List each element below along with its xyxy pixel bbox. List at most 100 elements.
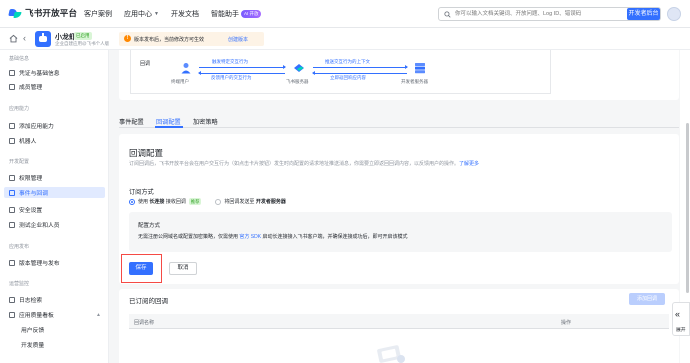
subscribe-method-label: 订阅方式	[129, 189, 154, 196]
flow-dev-server-label: 开发者服务器	[401, 79, 428, 84]
sidebar-item-security[interactable]: 安全设置	[4, 204, 105, 215]
search-input[interactable]	[455, 9, 605, 19]
tab-callback-config[interactable]: 回调配置	[156, 117, 181, 126]
dev-server-radio[interactable]	[215, 198, 222, 205]
sidebar-item-credentials[interactable]: 凭证与基础信息	[4, 67, 105, 78]
tab-event-config[interactable]: 事件配置	[119, 117, 144, 126]
feishu-server-icon	[294, 64, 304, 72]
brand-name: 飞书开放平台	[25, 8, 78, 18]
chevron-left-icon[interactable]: ‹	[23, 34, 29, 43]
description-text: 订阅回调后，飞书开放平台会在用户交互行为（如点击卡片按钮）发生时向配置的请求地址…	[129, 161, 460, 167]
bolt-icon	[9, 189, 15, 196]
help-dock[interactable]: « 展开	[672, 302, 690, 336]
sidebar-item-label: 版本管理与发布	[19, 261, 60, 267]
server-icon	[415, 63, 425, 74]
add-callback-button[interactable]: 添加回调	[629, 293, 665, 305]
table-header: 回调名称 操作	[129, 314, 669, 329]
log-icon	[9, 296, 15, 303]
sidebar-item-label: 应用质量看板	[19, 313, 54, 319]
nav-item-label: 智能助手	[210, 11, 239, 18]
sidebar-item-quality-board[interactable]: 应用质量看板 ▲	[4, 309, 105, 320]
nav-item-cases[interactable]: 客户案例	[84, 9, 112, 19]
flow-arrow-label: 推送交互行为的上下文	[325, 59, 370, 64]
section-description: 订阅回调后，飞书开放平台会在用户交互行为（如点击卡片按钮）发生时向配置的请求地址…	[129, 160, 629, 168]
nav-item-app-center[interactable]: 应用中心 ▼	[124, 9, 159, 19]
flow-arrow-label: 触发特定交互行为	[212, 59, 248, 64]
config-tabs: 事件配置 回调配置 加密策略	[119, 115, 679, 128]
sidebar-group-label: 开发配置	[9, 159, 30, 165]
info-icon	[9, 69, 15, 76]
sidebar-item-label: 凭证与基础信息	[19, 71, 60, 77]
sidebar-item-label: 权限管理	[19, 176, 43, 182]
method-text: 启动长连接接入飞书客户端，并确保连接成功后，即可开启该模式	[262, 234, 408, 240]
test-icon	[9, 221, 15, 228]
status-badge: 已启用	[74, 32, 92, 40]
save-button[interactable]: 保存	[129, 262, 153, 275]
method-text: 无需注册公网域名或配置加密策略，仅需使用	[138, 234, 239, 240]
double-chevron-left-icon: «	[675, 309, 681, 319]
sidebar-group-label: 应用能力	[9, 106, 30, 112]
option-text: 接收回调	[165, 199, 186, 205]
sidebar-item-label: 测试企业和人员	[19, 223, 60, 229]
main-content: 回调 终端用户 飞书服务器 开发者服务器 触发特定交互行为 反馈用户的交互行为 …	[119, 50, 679, 363]
sidebar-item-label: 日志检索	[19, 298, 43, 304]
sidebar: 基础信息 凭证与基础信息 成员管理 应用能力 添加应用能力 机器人 开发配置 权…	[0, 50, 109, 363]
developer-console-button[interactable]: 开发者后台	[627, 8, 660, 20]
flow-arrow	[313, 65, 408, 69]
option-text: 使用	[138, 199, 149, 205]
brand-logo[interactable]: 飞书开放平台	[8, 7, 77, 19]
sidebar-item-members[interactable]: 成员管理	[4, 81, 105, 92]
flow-frame: 回调 终端用户 飞书服务器 开发者服务器 触发特定交互行为 反馈用户的交互行为 …	[130, 50, 551, 94]
sidebar-item-dev-quality[interactable]: 开发质量	[4, 339, 105, 350]
create-version-link[interactable]: 创建版本	[228, 36, 248, 43]
option-text: 将回调发送至	[224, 199, 255, 205]
long-connection-radio[interactable]	[129, 198, 135, 205]
sidebar-group-label: 运营监控	[9, 281, 30, 287]
scrollbar[interactable]	[686, 123, 689, 293]
flow-feishu-server-label: 飞书服务器	[286, 79, 309, 84]
app-header: ‹ 小龙虾 已启用 企业自建应用@飞书个人版 ! 版本发布后，当前修改方可生效 …	[0, 28, 690, 50]
sidebar-group-label: 应用发布	[9, 244, 30, 250]
sdk-link[interactable]: 官方 SDK	[239, 234, 261, 240]
cancel-button[interactable]: 取消	[169, 262, 197, 275]
method-title: 配置方式	[138, 223, 161, 229]
learn-more-link[interactable]: 了解更多	[459, 161, 479, 167]
sidebar-item-label: 机器人	[19, 139, 37, 145]
callback-flow-diagram: 回调 终端用户 飞书服务器 开发者服务器 触发特定交互行为 反馈用户的交互行为 …	[119, 50, 679, 100]
flow-arrow-label: 反馈用户的交互行为	[211, 75, 252, 80]
sidebar-item-test-org[interactable]: 测试企业和人员	[4, 219, 105, 230]
callback-config-card: 回调配置 订阅回调后，飞书开放平台会在用户交互行为（如点击卡片按钮）发生时向配置…	[119, 134, 679, 284]
sidebar-group-label: 基础信息	[9, 56, 30, 62]
sidebar-item-log-search[interactable]: 日志检索	[4, 294, 105, 305]
bot-icon	[9, 137, 15, 144]
section-title: 回调配置	[129, 148, 164, 158]
flow-arrow	[312, 71, 407, 75]
flow-arrow-label: 立即返回响应内容	[330, 75, 366, 80]
tab-encryption[interactable]: 加密策略	[193, 117, 218, 126]
flow-arrow	[198, 71, 285, 75]
chart-icon	[9, 311, 15, 318]
key-icon	[9, 174, 15, 181]
avatar[interactable]	[667, 7, 681, 21]
sidebar-item-user-feedback[interactable]: 用户反馈	[4, 324, 105, 335]
grid-icon	[9, 122, 15, 129]
dock-label: 展开	[676, 328, 686, 333]
main-nav: 客户案例 应用中心 ▼ 开发文档 智能助手 AI 开放	[84, 0, 273, 28]
home-icon[interactable]	[9, 34, 18, 43]
sidebar-item-permissions[interactable]: 权限管理	[4, 172, 105, 183]
nav-item-docs[interactable]: 开发文档	[171, 9, 199, 19]
column-header-name: 回调名称	[134, 320, 155, 326]
sidebar-item-events-callbacks[interactable]: 事件与回调	[4, 187, 105, 198]
shield-icon	[9, 206, 15, 213]
nav-item-assistant[interactable]: 智能助手 AI 开放	[211, 9, 262, 19]
flow-arrow	[199, 65, 286, 69]
warning-icon: !	[124, 35, 131, 42]
nav-item-label: 应用中心	[124, 11, 152, 18]
sidebar-item-add-capability[interactable]: 添加应用能力	[4, 120, 105, 131]
sidebar-item-versions[interactable]: 版本管理与发布	[4, 257, 105, 268]
sidebar-item-label: 安全设置	[19, 208, 43, 214]
chevron-down-icon: ▼	[154, 11, 159, 17]
sidebar-item-bot[interactable]: 机器人	[4, 135, 105, 146]
app-icon	[35, 31, 51, 47]
feishu-logo-icon	[8, 7, 22, 19]
